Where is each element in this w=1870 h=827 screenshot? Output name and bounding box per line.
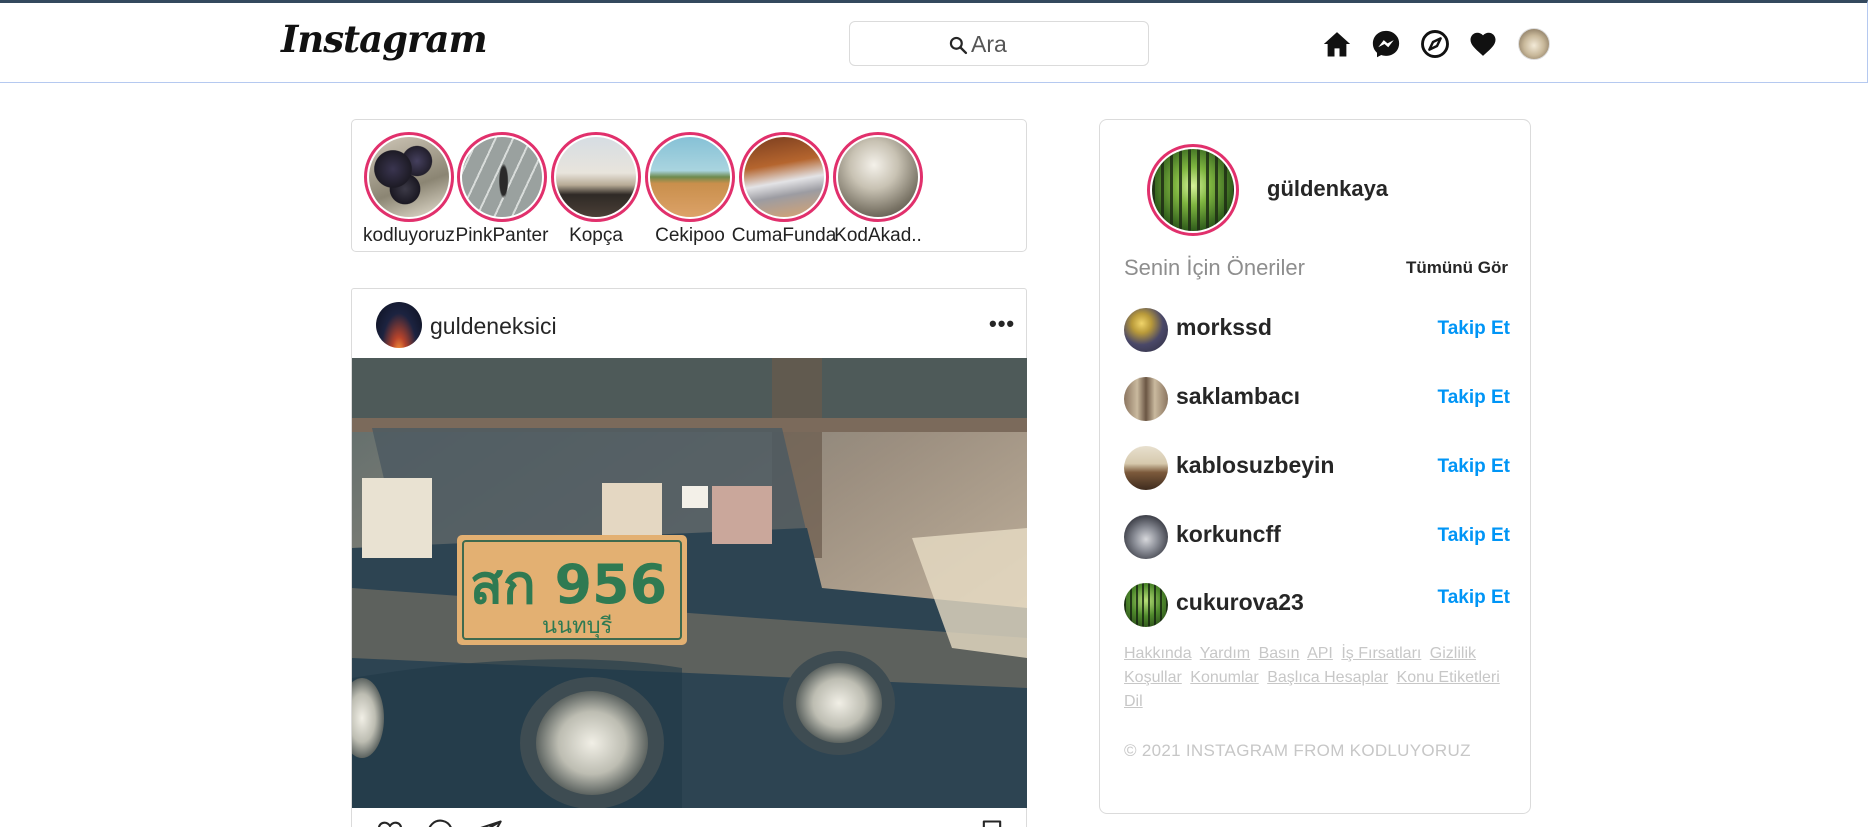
suggestion-username[interactable]: korkuncff: [1176, 521, 1281, 548]
comment-icon[interactable]: [426, 818, 454, 827]
footer-link-locations[interactable]: Konumlar: [1190, 669, 1258, 686]
suggestion-row: korkuncff Takip Et: [1124, 515, 1510, 561]
plate-number: สก 956: [470, 553, 667, 616]
follow-button[interactable]: Takip Et: [1438, 525, 1511, 547]
suggestion-username[interactable]: cukurova23: [1176, 589, 1304, 616]
story-avatar: [556, 137, 636, 217]
see-all-link[interactable]: Tümünü Gör: [1406, 258, 1508, 278]
story-avatar-ring: [364, 132, 454, 222]
current-user-avatar-ring[interactable]: [1147, 144, 1239, 236]
footer-link-press[interactable]: Basın: [1259, 645, 1300, 662]
post-author-username[interactable]: guldeneksici: [430, 313, 557, 340]
explore-compass-icon[interactable]: [1420, 29, 1450, 59]
story-avatar-ring: [457, 132, 547, 222]
footer-link-hashtags[interactable]: Konu Etiketleri: [1397, 669, 1500, 686]
follow-button[interactable]: Takip Et: [1438, 456, 1511, 478]
top-navigation-bar: Instagram: [0, 0, 1868, 83]
plate-province: นนทบุรี: [542, 614, 613, 639]
story-username: KodAkad..: [834, 225, 922, 246]
post-image[interactable]: สก 956 นนทบุรี: [352, 358, 1027, 808]
footer-link-api[interactable]: API: [1307, 645, 1333, 662]
suggestion-avatar[interactable]: [1124, 515, 1168, 559]
suggestion-avatar[interactable]: [1124, 377, 1168, 421]
search-box[interactable]: [849, 21, 1149, 66]
footer-link-top-accounts[interactable]: Başlıca Hesaplar: [1267, 669, 1388, 686]
more-options-icon[interactable]: •••: [989, 311, 1015, 337]
search-input[interactable]: [971, 30, 1131, 58]
story-avatar: [838, 137, 918, 217]
messenger-icon[interactable]: [1371, 29, 1401, 59]
suggestion-avatar[interactable]: [1124, 583, 1168, 627]
footer-link-language[interactable]: Dil: [1124, 693, 1143, 710]
suggestion-username[interactable]: morkssd: [1176, 314, 1272, 341]
footer-link-about[interactable]: Hakkında: [1124, 645, 1192, 662]
follow-button[interactable]: Takip Et: [1438, 318, 1511, 340]
suggestion-avatar[interactable]: [1124, 308, 1168, 352]
share-icon[interactable]: [475, 818, 503, 827]
suggestions-sidebar: güldenkaya Senin İçin Öneriler Tümünü Gö…: [1099, 119, 1531, 814]
footer-link-privacy[interactable]: Gizlilik: [1430, 645, 1476, 662]
suggestion-username[interactable]: kablosuzbeyin: [1176, 452, 1334, 479]
post-author-avatar[interactable]: [376, 302, 422, 348]
story-avatar-ring: [833, 132, 923, 222]
suggestion-row: saklambacı Takip Et: [1124, 377, 1510, 423]
bookmark-icon[interactable]: [978, 818, 1006, 827]
suggestion-row: cukurova23 Takip Et: [1124, 583, 1510, 629]
story-avatar: [650, 137, 730, 217]
current-user-avatar: [1152, 149, 1234, 231]
footer-link-jobs[interactable]: İş Fırsatları: [1341, 645, 1421, 662]
post-actions-bar: [352, 808, 1027, 827]
feed-post: guldeneksici ••• สก 956 นนทบุรี: [351, 288, 1027, 827]
profile-avatar[interactable]: [1518, 28, 1550, 60]
instagram-logo[interactable]: Instagram: [281, 17, 488, 61]
stories-tray: kodluyoruz PinkPanter Kopça Cekipoo Cuma…: [351, 119, 1027, 252]
story-avatar-ring: [645, 132, 735, 222]
follow-button[interactable]: Takip Et: [1438, 587, 1511, 609]
copyright-text: © 2021 INSTAGRAM FROM KODLUYORUZ: [1124, 741, 1471, 760]
search-icon: [949, 36, 968, 55]
current-user-username[interactable]: güldenkaya: [1267, 176, 1388, 202]
like-heart-icon[interactable]: [376, 818, 404, 827]
tuk-tuk-photo: สก 956 นนทบุรี: [352, 358, 1027, 808]
heart-icon[interactable]: [1468, 29, 1498, 59]
story-item[interactable]: KodAkad..: [823, 132, 933, 247]
story-avatar: [744, 137, 824, 217]
suggestion-row: morkssd Takip Et: [1124, 308, 1510, 354]
story-avatar: [462, 137, 542, 217]
suggestion-row: kablosuzbeyin Takip Et: [1124, 446, 1510, 492]
suggestion-username[interactable]: saklambacı: [1176, 383, 1300, 410]
story-avatar-ring: [739, 132, 829, 222]
footer-link-help[interactable]: Yardım: [1200, 645, 1250, 662]
story-avatar-ring: [551, 132, 641, 222]
home-icon[interactable]: [1322, 29, 1352, 59]
suggestions-title: Senin İçin Öneriler: [1124, 255, 1305, 280]
follow-button[interactable]: Takip Et: [1438, 387, 1511, 409]
suggestion-avatar[interactable]: [1124, 446, 1168, 490]
story-avatar: [369, 137, 449, 217]
footer-link-terms[interactable]: Koşullar: [1124, 669, 1182, 686]
footer-links: Hakkında Yardım Basın API İş Fırsatları …: [1124, 642, 1514, 714]
